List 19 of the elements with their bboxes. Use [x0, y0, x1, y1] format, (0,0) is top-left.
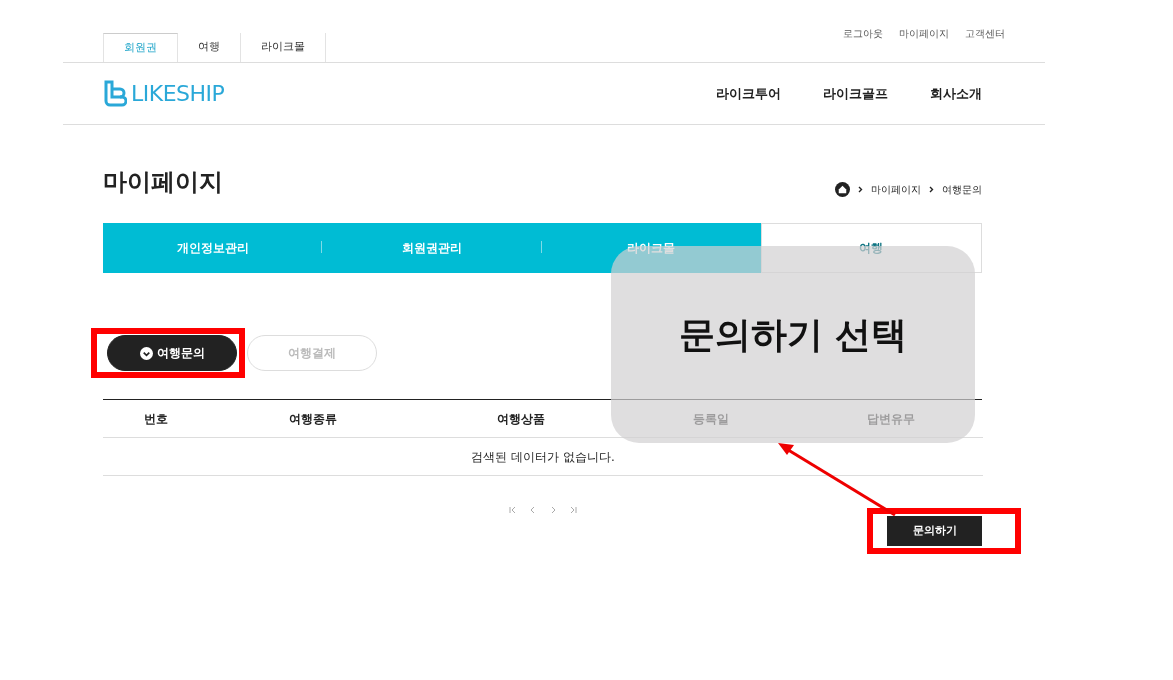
utility-link[interactable]: 로그아웃 [843, 25, 883, 41]
home-icon[interactable] [835, 182, 850, 197]
nav-link[interactable]: 라이크골프 [823, 83, 888, 104]
nav-link[interactable]: 회사소개 [930, 83, 982, 104]
utility-link[interactable]: 마이페이지 [899, 25, 949, 41]
sub-tab[interactable]: 여행문의 [107, 335, 237, 371]
page-title: 마이페이지 [103, 168, 223, 197]
column-header: 여행종류 [208, 400, 418, 438]
chevron-icon [929, 186, 934, 193]
column-header: 번호 [103, 400, 208, 438]
check-circle-icon [139, 346, 153, 360]
nav-link[interactable]: 라이크투어 [716, 83, 781, 104]
chevron-icon [858, 186, 863, 193]
utility-link[interactable]: 고객센터 [965, 25, 1005, 41]
callout-text: 문의하기 선택 [678, 313, 908, 356]
breadcrumb-item[interactable]: 마이페이지 [871, 182, 921, 197]
inquiry-button[interactable]: 문의하기 [887, 516, 982, 546]
breadcrumb-item[interactable]: 여행문의 [942, 182, 982, 197]
logo-icon [103, 78, 127, 109]
